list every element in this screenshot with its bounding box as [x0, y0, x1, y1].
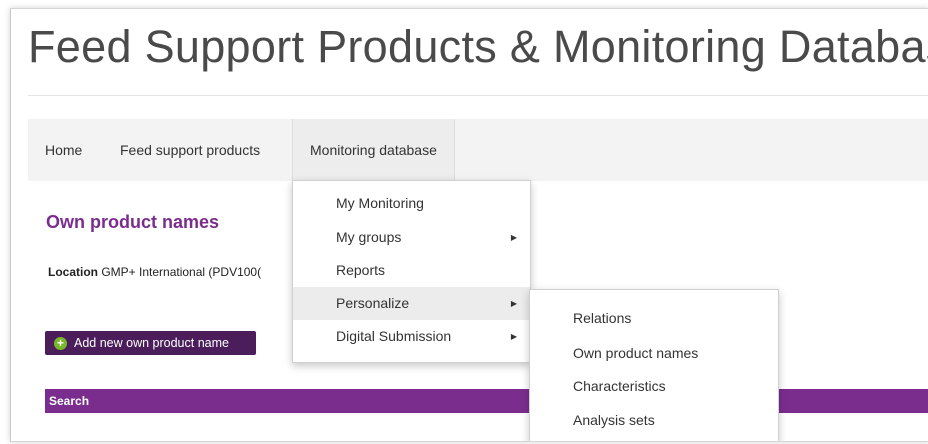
- personalize-submenu: Relations Own product names Characterist…: [529, 289, 779, 441]
- nav-feed-support-products[interactable]: Feed support products: [120, 119, 260, 181]
- search-panel-header[interactable]: Search: [45, 389, 928, 413]
- menu-item-label: Reports: [336, 262, 386, 278]
- menu-item-my-groups[interactable]: My groups ▶: [293, 221, 530, 254]
- nav-monitoring-database[interactable]: Monitoring database: [292, 119, 455, 181]
- menu-item-label: Personalize: [336, 295, 410, 311]
- search-label: Search: [49, 394, 90, 408]
- caret-right-icon: ▶: [510, 332, 517, 341]
- add-own-product-name-button[interactable]: + Add new own product name: [45, 331, 256, 355]
- section-title: Own product names: [46, 212, 220, 232]
- add-button-label: Add new own product name: [74, 336, 229, 350]
- monitoring-dropdown-menu: My Monitoring My groups ▶ Reports Person…: [292, 180, 531, 363]
- submenu-item-analysis-sets[interactable]: Analysis sets: [530, 404, 778, 437]
- menu-item-digital-submission[interactable]: Digital Submission ▶: [293, 320, 530, 353]
- caret-right-icon: ▶: [510, 233, 517, 242]
- submenu-item-relations[interactable]: Relations: [530, 302, 778, 335]
- plus-circle-icon: +: [54, 336, 67, 350]
- location-value: GMP+ International (PDV100(: [101, 265, 262, 279]
- title-divider: [28, 95, 928, 96]
- menu-item-label: My Monitoring: [336, 195, 424, 211]
- menu-item-my-monitoring[interactable]: My Monitoring: [293, 187, 530, 220]
- submenu-item-own-product-names[interactable]: Own product names: [530, 337, 778, 370]
- main-nav: Home Feed support products Monitoring da…: [28, 119, 928, 181]
- menu-item-label: My groups: [336, 229, 402, 245]
- nav-home[interactable]: Home: [45, 119, 82, 181]
- caret-right-icon: ▶: [510, 299, 517, 308]
- location-line: Location GMP+ International (PDV100(: [48, 265, 261, 279]
- location-label: Location: [48, 265, 98, 279]
- page-title: Feed Support Products & Monitoring Datab…: [28, 21, 928, 72]
- menu-item-reports[interactable]: Reports: [293, 254, 530, 287]
- menu-item-label: Digital Submission: [336, 328, 452, 344]
- app-window: Feed Support Products & Monitoring Datab…: [10, 8, 928, 442]
- menu-item-personalize[interactable]: Personalize ▶: [293, 287, 530, 320]
- submenu-item-characteristics[interactable]: Characteristics: [530, 370, 778, 403]
